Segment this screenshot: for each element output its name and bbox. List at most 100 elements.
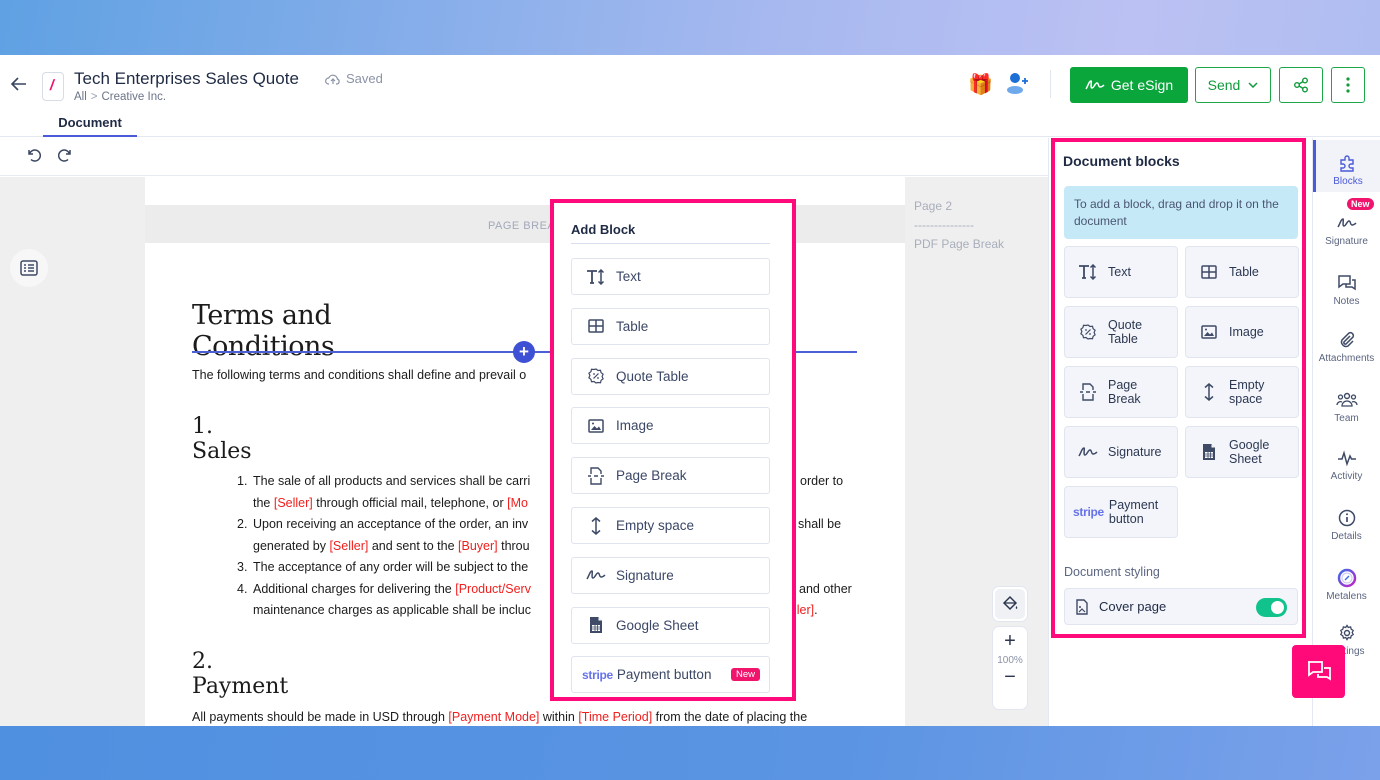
list-text-continuation: order to bbox=[800, 474, 844, 488]
add-block-item-table[interactable]: Table bbox=[571, 307, 770, 345]
gift-icon[interactable]: 🎁 bbox=[968, 72, 993, 97]
placeholder-field[interactable]: [Seller] bbox=[329, 539, 368, 553]
add-block-item-label: Page Break bbox=[616, 468, 687, 484]
text-run: maintenance charges as applicable shall … bbox=[253, 603, 531, 617]
text-run: Upon receiving an acceptance of the orde… bbox=[253, 517, 529, 531]
add-block-item-google-sheet[interactable]: Google Sheet bbox=[571, 606, 770, 644]
section-payment-heading[interactable]: 2. Payment bbox=[192, 649, 288, 699]
add-block-item-text[interactable]: Text bbox=[571, 258, 770, 295]
list-text: The sale of all products and services sh… bbox=[253, 471, 530, 493]
background-band bbox=[0, 726, 1380, 780]
panel-block-page-break[interactable]: Page Break bbox=[1064, 366, 1178, 418]
payment-paragraph[interactable]: All payments should be made in USD throu… bbox=[192, 710, 807, 724]
panel-block-empty-space[interactable]: Empty space bbox=[1185, 366, 1299, 418]
section-sales-heading[interactable]: 1. Sales bbox=[192, 414, 252, 464]
rail-item-team[interactable]: Team bbox=[1313, 377, 1380, 429]
placeholder-field[interactable]: [Product/Serv bbox=[455, 582, 531, 596]
rail-item-label: Metalens bbox=[1326, 591, 1367, 602]
rail-item-activity[interactable]: Activity bbox=[1313, 435, 1380, 487]
placeholder-field[interactable]: [Buyer] bbox=[458, 539, 498, 553]
more-options-button[interactable] bbox=[1331, 67, 1365, 103]
rail-item-notes[interactable]: Notes bbox=[1313, 260, 1380, 312]
panel-block-image[interactable]: Image bbox=[1185, 306, 1299, 358]
send-button[interactable]: Send bbox=[1195, 67, 1271, 103]
text-run: Additional charges for delivering the bbox=[253, 581, 456, 596]
panel-block-label: Signature bbox=[1108, 445, 1162, 459]
signature-icon bbox=[1078, 446, 1098, 458]
list-text: Upon receiving an acceptance of the orde… bbox=[253, 514, 528, 536]
outline-button[interactable] bbox=[10, 249, 48, 287]
panel-block-quote-table[interactable]: Quote Table bbox=[1064, 306, 1178, 358]
breadcrumb: All > Creative Inc. bbox=[74, 91, 166, 103]
placeholder-field[interactable]: ller] bbox=[794, 603, 814, 617]
intro-paragraph[interactable]: The following terms and conditions shall… bbox=[192, 368, 526, 382]
notes-icon bbox=[1313, 272, 1380, 294]
rail-item-label: Details bbox=[1331, 531, 1362, 542]
add-block-item-page-break[interactable]: Page Break bbox=[571, 457, 770, 495]
placeholder-field[interactable]: [Mo bbox=[507, 496, 528, 510]
add-block-item-quote-table[interactable]: Quote Table bbox=[571, 357, 770, 395]
list-text-continuation: and other bbox=[799, 581, 852, 596]
page-break-icon bbox=[1078, 383, 1098, 401]
panel-block-table[interactable]: Table bbox=[1185, 246, 1299, 298]
document-title[interactable]: Tech Enterprises Sales Quote bbox=[74, 69, 299, 89]
zoom-out-button[interactable]: − bbox=[993, 666, 1027, 689]
list-text-continuation: shall be bbox=[798, 517, 842, 531]
page-break-icon bbox=[586, 466, 606, 485]
undo-button[interactable] bbox=[26, 147, 44, 165]
rail-item-metalens[interactable]: Metalens bbox=[1313, 555, 1380, 607]
rail-item-label: Team bbox=[1334, 413, 1359, 424]
breadcrumb-all[interactable]: All bbox=[74, 91, 87, 103]
chevron-down-icon bbox=[1248, 82, 1258, 88]
panel-title: Document blocks bbox=[1063, 153, 1180, 169]
cover-page-toggle[interactable] bbox=[1256, 598, 1287, 617]
text-run: . bbox=[814, 603, 818, 617]
placeholder-field[interactable]: [Seller] bbox=[274, 496, 313, 510]
panel-block-label: Page Break bbox=[1108, 378, 1141, 406]
get-esign-button[interactable]: Get eSign bbox=[1070, 67, 1188, 103]
divider bbox=[1050, 70, 1051, 98]
rail-item-label: Signature bbox=[1325, 236, 1368, 247]
panel-block-google-sheet[interactable]: Google Sheet bbox=[1185, 426, 1299, 478]
editor-toolbar bbox=[0, 138, 1048, 176]
breadcrumb-company[interactable]: Creative Inc. bbox=[102, 91, 167, 103]
list-text: maintenance charges as applicable shall … bbox=[253, 600, 531, 622]
placeholder-field[interactable]: [Payment Mode] bbox=[448, 710, 539, 724]
back-button[interactable] bbox=[10, 75, 32, 97]
rail-item-details[interactable]: Details bbox=[1313, 495, 1380, 547]
add-block-item-image[interactable]: Image bbox=[571, 407, 770, 445]
tab-document[interactable]: Document bbox=[43, 111, 137, 137]
add-block-item-payment-button[interactable]: stripe Payment button New bbox=[571, 656, 770, 694]
fill-style-button[interactable] bbox=[992, 586, 1028, 622]
panel-block-text[interactable]: Text bbox=[1064, 246, 1178, 298]
panel-block-label: Text bbox=[1108, 265, 1131, 279]
image-icon bbox=[586, 419, 606, 433]
header: / Tech Enterprises Sales Quote Saved All… bbox=[0, 55, 1380, 137]
panel-block-payment-button[interactable]: stripe Payment button bbox=[1064, 486, 1178, 538]
rail-item-attachments[interactable]: Attachments bbox=[1313, 317, 1380, 369]
add-block-item-label: Image bbox=[616, 418, 654, 434]
metalens-icon bbox=[1313, 567, 1380, 589]
add-block-plus-button[interactable]: + bbox=[513, 341, 535, 363]
add-block-item-signature[interactable]: Signature bbox=[571, 556, 770, 594]
panel-block-label: Image bbox=[1229, 325, 1264, 339]
add-user-button[interactable] bbox=[1006, 72, 1030, 99]
rail-item-blocks[interactable]: Blocks bbox=[1313, 140, 1380, 192]
zoom-in-button[interactable]: + bbox=[993, 630, 1027, 653]
add-block-item-empty-space[interactable]: Empty space bbox=[571, 507, 770, 544]
app-window: / Tech Enterprises Sales Quote Saved All… bbox=[0, 55, 1380, 726]
chat-icon bbox=[1307, 660, 1331, 681]
signature-icon bbox=[1085, 80, 1105, 90]
saved-label: Saved bbox=[346, 71, 383, 86]
chat-button[interactable] bbox=[1292, 645, 1345, 698]
signature-icon bbox=[1313, 212, 1380, 234]
google-sheet-icon bbox=[586, 616, 606, 634]
panel-block-signature[interactable]: Signature bbox=[1064, 426, 1178, 478]
panel-block-label: Table bbox=[1229, 265, 1259, 279]
share-button[interactable] bbox=[1279, 67, 1323, 103]
quote-table-icon bbox=[1078, 324, 1098, 340]
text-run: All payments should be made in USD throu… bbox=[192, 710, 449, 724]
redo-button[interactable] bbox=[57, 147, 75, 165]
placeholder-field[interactable]: [Time Period] bbox=[578, 710, 652, 724]
zoom-level: 100% bbox=[997, 655, 1023, 666]
